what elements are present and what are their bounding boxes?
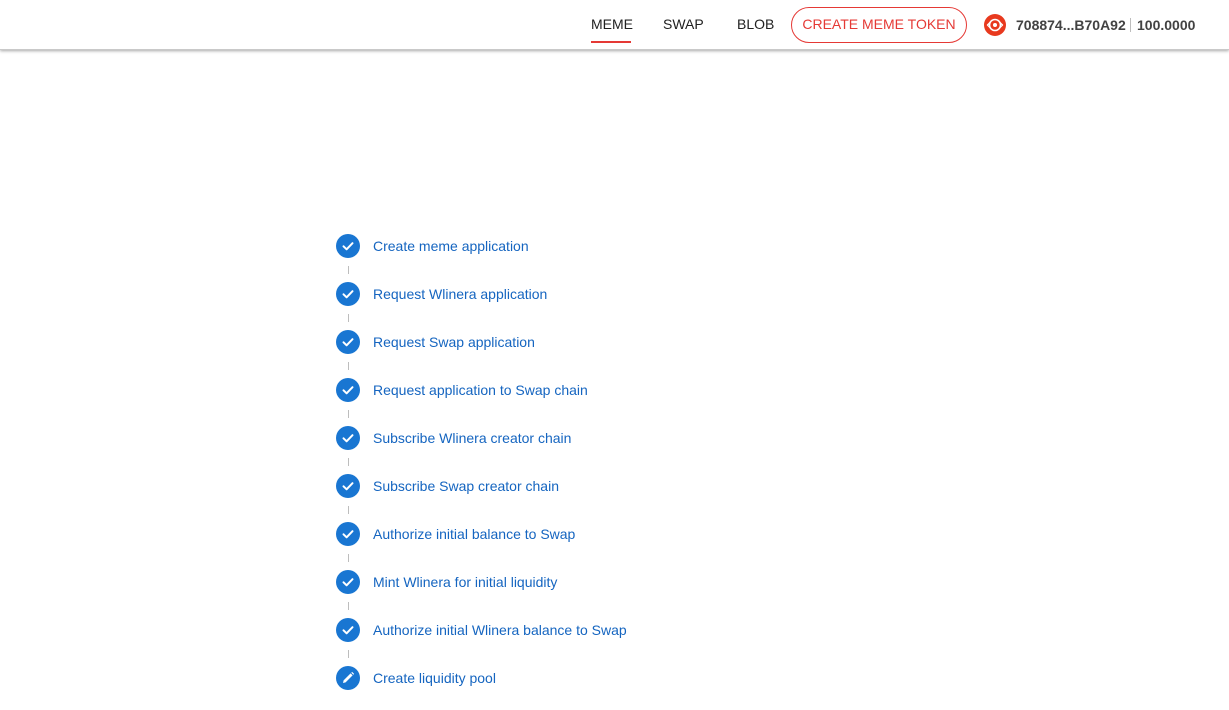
step-label[interactable]: Create liquidity pool [373, 669, 496, 687]
tab-meme[interactable]: MEME [591, 0, 633, 50]
create-meme-token-button[interactable]: CREATE MEME TOKEN [791, 7, 967, 43]
step-connector [348, 314, 349, 322]
step-item: Request Wlinera application [336, 282, 696, 306]
step-label[interactable]: Subscribe Wlinera creator chain [373, 429, 571, 447]
step-item: Authorize initial balance to Swap [336, 522, 696, 546]
step-item: Subscribe Wlinera creator chain [336, 426, 696, 450]
step-connector [348, 554, 349, 562]
check-icon [336, 282, 360, 306]
wallet-balance: 100.0000 [1137, 17, 1196, 33]
step-label[interactable]: Subscribe Swap creator chain [373, 477, 559, 495]
step-connector [348, 410, 349, 418]
step-item: Request Swap application [336, 330, 696, 354]
check-icon [336, 570, 360, 594]
step-item: Subscribe Swap creator chain [336, 474, 696, 498]
tab-blob[interactable]: BLOB [737, 0, 774, 50]
step-label[interactable]: Create meme application [373, 237, 529, 255]
check-icon [336, 234, 360, 258]
step-label[interactable]: Request Swap application [373, 333, 535, 351]
wallet-divider [1130, 18, 1131, 32]
step-label[interactable]: Authorize initial Wlinera balance to Swa… [373, 621, 627, 639]
check-icon [336, 426, 360, 450]
step-item: Request application to Swap chain [336, 378, 696, 402]
top-nav-bar: MEME SWAP BLOB CREATE MEME TOKEN 708874.… [0, 0, 1229, 50]
step-label[interactable]: Authorize initial balance to Swap [373, 525, 575, 543]
step-connector [348, 266, 349, 274]
linera-logo-icon[interactable] [984, 14, 1006, 36]
step-item: Authorize initial Wlinera balance to Swa… [336, 618, 696, 642]
step-connector [348, 362, 349, 370]
step-item: Create meme application [336, 234, 696, 258]
check-icon [336, 474, 360, 498]
check-icon [336, 330, 360, 354]
step-connector [348, 650, 349, 658]
wallet-address[interactable]: 708874...B70A92 [1016, 17, 1126, 33]
step-label[interactable]: Request Wlinera application [373, 285, 547, 303]
tab-swap[interactable]: SWAP [663, 0, 704, 50]
pencil-icon [336, 666, 360, 690]
step-label[interactable]: Request application to Swap chain [373, 381, 588, 399]
check-icon [336, 522, 360, 546]
step-connector [348, 458, 349, 466]
step-connector [348, 506, 349, 514]
step-connector [348, 602, 349, 610]
check-icon [336, 618, 360, 642]
step-item: Mint Wlinera for initial liquidity [336, 570, 696, 594]
step-label[interactable]: Mint Wlinera for initial liquidity [373, 573, 557, 591]
check-icon [336, 378, 360, 402]
step-item: Create liquidity pool [336, 666, 696, 690]
